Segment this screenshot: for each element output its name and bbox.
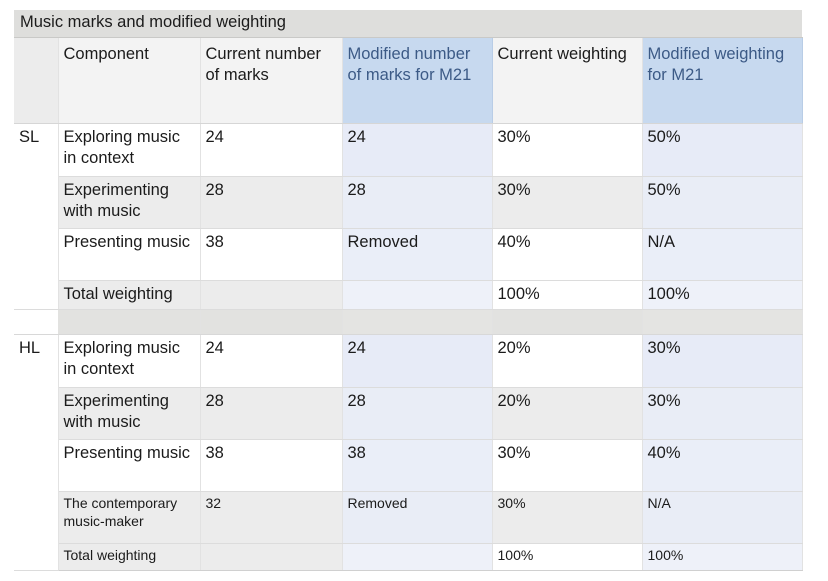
cell-modified-weighting: N/A <box>642 491 803 544</box>
cell-component: Presenting music <box>58 439 201 492</box>
table-total-row: Total weighting 100% 100% <box>14 543 803 571</box>
cell-current-weighting: 20% <box>492 387 643 440</box>
table-row: SL Exploring music in context 24 24 30% … <box>14 123 803 310</box>
cell-current-weighting: 40% <box>492 228 643 281</box>
cell-current-marks: 28 <box>200 176 343 229</box>
cell-modified-weighting: N/A <box>642 228 803 281</box>
cell-modified-marks: 28 <box>342 176 493 229</box>
section-tag-hl: HL <box>14 334 59 571</box>
cell-component: Exploring music in context <box>58 334 201 388</box>
cell-total-modified-weighting: 100% <box>642 280 803 310</box>
cell-component: Presenting music <box>58 228 201 281</box>
cell-component: The contemporary music-maker <box>58 491 201 544</box>
cell-total-label: Total weighting <box>58 280 201 310</box>
table-header-row: Component Current number of marks Modifi… <box>14 37 803 124</box>
cell-current-marks: 38 <box>200 439 343 492</box>
cell-total-modified-marks <box>342 543 493 571</box>
cell-total-current-marks <box>200 543 343 571</box>
cell-modified-weighting: 30% <box>642 334 803 388</box>
section-spacer-row <box>14 309 803 335</box>
music-marks-table: Music marks and modified weighting Compo… <box>14 10 803 571</box>
cell-modified-marks: Removed <box>342 228 493 281</box>
cell-current-weighting: 30% <box>492 491 643 544</box>
table-row: Presenting music 38 Removed 40% N/A <box>14 228 803 281</box>
header-cell-modified-marks: Modified number of marks for M21 <box>342 37 493 124</box>
cell-modified-weighting: 40% <box>642 439 803 492</box>
cell-current-weighting: 30% <box>492 123 643 177</box>
cell-current-marks: 32 <box>200 491 343 544</box>
cell-current-marks: 24 <box>200 123 343 177</box>
cell-modified-weighting: 50% <box>642 123 803 177</box>
header-cell-current-marks: Current number of marks <box>200 37 343 124</box>
table-row: Experimenting with music 28 28 20% 30% <box>14 387 803 440</box>
cell-total-modified-marks <box>342 280 493 310</box>
table-row: The contemporary music-maker 32 Removed … <box>14 491 803 544</box>
cell-total-modified-weighting: 100% <box>642 543 803 571</box>
cell-component: Experimenting with music <box>58 176 201 229</box>
header-cell-blank <box>14 37 59 124</box>
cell-modified-marks: 24 <box>342 334 493 388</box>
table-row: Presenting music 38 38 30% 40% <box>14 439 803 492</box>
cell-modified-marks: 24 <box>342 123 493 177</box>
cell-current-marks: 38 <box>200 228 343 281</box>
cell-component: Experimenting with music <box>58 387 201 440</box>
table-row: HL Exploring music in context 24 24 20% … <box>14 334 803 571</box>
table-title-row: Music marks and modified weighting <box>14 10 803 38</box>
spacer-cell <box>200 309 343 335</box>
marks-table-container: Music marks and modified weighting Compo… <box>14 10 803 571</box>
cell-current-weighting: 30% <box>492 176 643 229</box>
header-cell-modified-weighting: Modified weighting for M21 <box>642 37 803 124</box>
spacer-cell <box>14 309 58 335</box>
spacer-cell <box>642 309 803 335</box>
cell-current-marks: 28 <box>200 387 343 440</box>
header-cell-current-weighting: Current weighting <box>492 37 643 124</box>
page-root: Music marks and modified weighting Compo… <box>0 0 828 581</box>
spacer-cell <box>58 309 201 335</box>
cell-total-label: Total weighting <box>58 543 201 571</box>
table-title: Music marks and modified weighting <box>14 10 803 38</box>
cell-current-marks: 24 <box>200 334 343 388</box>
cell-modified-marks: Removed <box>342 491 493 544</box>
cell-modified-marks: 28 <box>342 387 493 440</box>
cell-current-weighting: 30% <box>492 439 643 492</box>
cell-modified-marks: 38 <box>342 439 493 492</box>
table-row: Experimenting with music 28 28 30% 50% <box>14 176 803 229</box>
table-total-row: Total weighting 100% 100% <box>14 280 803 310</box>
cell-total-current-marks <box>200 280 343 310</box>
cell-current-weighting: 20% <box>492 334 643 388</box>
cell-component: Exploring music in context <box>58 123 201 177</box>
header-cell-component: Component <box>58 37 201 124</box>
section-tag-sl: SL <box>14 123 59 310</box>
spacer-cell <box>342 309 493 335</box>
cell-modified-weighting: 30% <box>642 387 803 440</box>
cell-total-current-weighting: 100% <box>492 280 643 310</box>
cell-total-current-weighting: 100% <box>492 543 643 571</box>
spacer-cell <box>492 309 643 335</box>
cell-modified-weighting: 50% <box>642 176 803 229</box>
